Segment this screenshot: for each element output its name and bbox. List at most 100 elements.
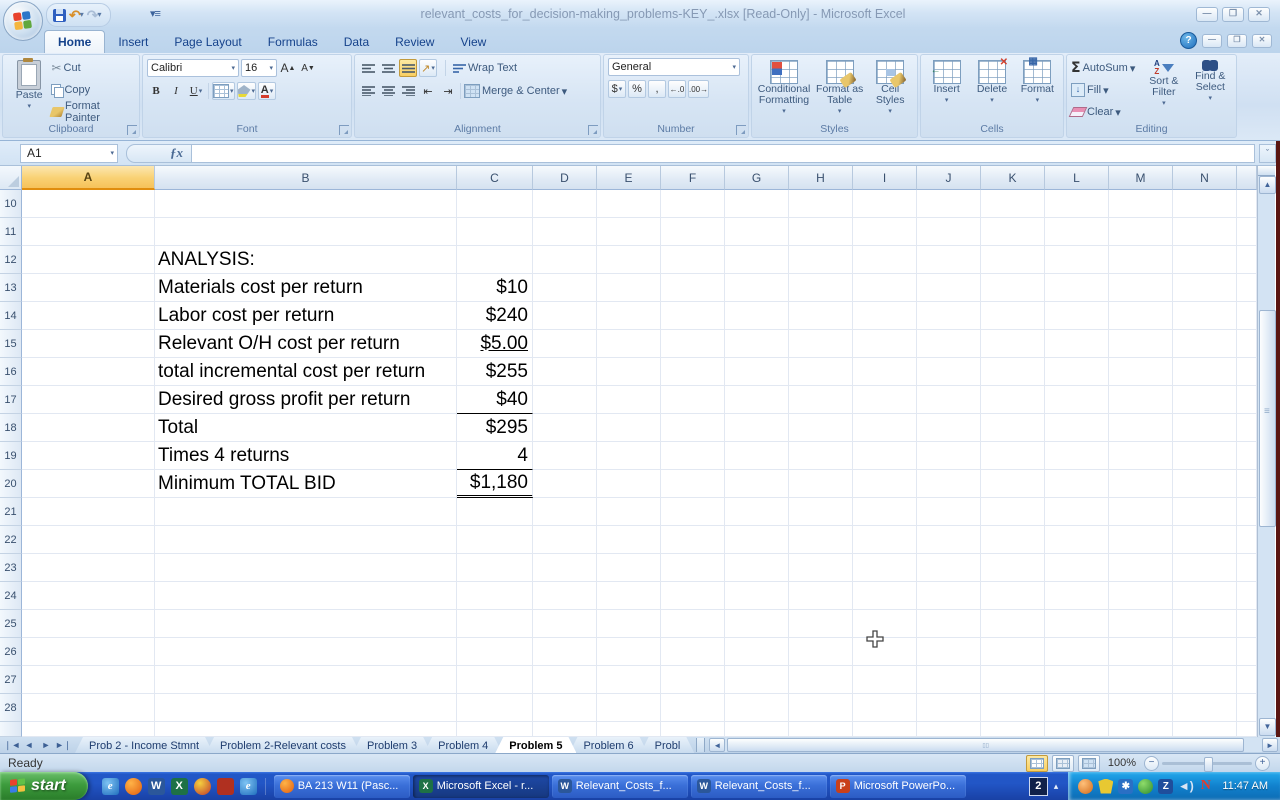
cell-B25[interactable] (155, 610, 457, 638)
cell-J24[interactable] (917, 582, 981, 610)
align-right-button[interactable] (399, 82, 417, 100)
tab-split-handle[interactable] (696, 738, 705, 752)
cell-styles-button[interactable]: Cell Styles▾ (867, 58, 913, 122)
cell-A27[interactable] (22, 666, 155, 694)
cell-D21[interactable] (533, 498, 597, 526)
cell-I26[interactable] (853, 638, 917, 666)
cell-G18[interactable] (725, 414, 789, 442)
cell-J25[interactable] (917, 610, 981, 638)
ie-icon[interactable]: e (240, 778, 257, 795)
cell-J13[interactable] (917, 274, 981, 302)
cell-H28[interactable] (789, 694, 853, 722)
cell-H26[interactable] (789, 638, 853, 666)
cell-F26[interactable] (661, 638, 725, 666)
row-header-22[interactable]: 22 (0, 526, 22, 554)
cell-M26[interactable] (1109, 638, 1173, 666)
cell-C22[interactable] (457, 526, 533, 554)
cell-C15[interactable]: $5.00 (457, 330, 533, 358)
cell[interactable] (1173, 722, 1237, 737)
cell-A18[interactable] (22, 414, 155, 442)
cell-H12[interactable] (789, 246, 853, 274)
ribbon-tab-data[interactable]: Data (331, 31, 382, 53)
column-header-i[interactable]: I (853, 166, 917, 190)
cell-H10[interactable] (789, 190, 853, 218)
cell-G11[interactable] (725, 218, 789, 246)
cell-N17[interactable] (1173, 386, 1237, 414)
taskbar-task-microsoft-excel-r[interactable]: XMicrosoft Excel - r... (413, 775, 549, 798)
column-header-d[interactable]: D (533, 166, 597, 190)
minimize-button[interactable]: — (1196, 7, 1218, 22)
ribbon-tab-review[interactable]: Review (382, 31, 447, 53)
cell-G26[interactable] (725, 638, 789, 666)
shrink-font-button[interactable]: A▼ (299, 59, 317, 77)
cell-H23[interactable] (789, 554, 853, 582)
cell-D25[interactable] (533, 610, 597, 638)
cell-C20[interactable]: $1,180 (457, 470, 533, 498)
cell-K16[interactable] (981, 358, 1045, 386)
bold-button[interactable]: B (147, 82, 165, 100)
cell-B13[interactable]: Materials cost per return (155, 274, 457, 302)
cell-K25[interactable] (981, 610, 1045, 638)
cell-F11[interactable] (661, 218, 725, 246)
cell-C12[interactable] (457, 246, 533, 274)
cell-H11[interactable] (789, 218, 853, 246)
column-header-h[interactable]: H (789, 166, 853, 190)
cell-J21[interactable] (917, 498, 981, 526)
copy-button[interactable]: Copy (51, 80, 135, 100)
cell-C13[interactable]: $10 (457, 274, 533, 302)
cell-I16[interactable] (853, 358, 917, 386)
font-dialog-launcher-icon[interactable] (339, 125, 349, 135)
cell-I13[interactable] (853, 274, 917, 302)
cell-D12[interactable] (533, 246, 597, 274)
cell-H21[interactable] (789, 498, 853, 526)
cell-A10[interactable] (22, 190, 155, 218)
cell-B14[interactable]: Labor cost per return (155, 302, 457, 330)
expand-formula-bar-button[interactable]: ˇ (1259, 144, 1276, 163)
cell-D14[interactable] (533, 302, 597, 330)
clipboard-dialog-launcher-icon[interactable] (127, 125, 137, 135)
cell-H24[interactable] (789, 582, 853, 610)
cell-I14[interactable] (853, 302, 917, 330)
scroll-down-icon[interactable]: ▼ (1259, 718, 1276, 736)
cell-F15[interactable] (661, 330, 725, 358)
cell-E12[interactable] (597, 246, 661, 274)
cell-I22[interactable] (853, 526, 917, 554)
cell-D10[interactable] (533, 190, 597, 218)
firefox-icon[interactable] (125, 778, 142, 795)
cell-F13[interactable] (661, 274, 725, 302)
cell-I18[interactable] (853, 414, 917, 442)
cell[interactable] (597, 722, 661, 737)
cell-M20[interactable] (1109, 470, 1173, 498)
cell-J11[interactable] (917, 218, 981, 246)
cell-M10[interactable] (1109, 190, 1173, 218)
language-indicator[interactable]: 2 (1029, 777, 1048, 796)
cell-I11[interactable] (853, 218, 917, 246)
cell-J15[interactable] (917, 330, 981, 358)
previous-sheet-button[interactable]: ◄ (21, 740, 37, 750)
cell-B12[interactable]: ANALYSIS: (155, 246, 457, 274)
insert-function-button[interactable]: ƒx (126, 144, 192, 163)
cell-F28[interactable] (661, 694, 725, 722)
cell-I25[interactable] (853, 610, 917, 638)
cell-H18[interactable] (789, 414, 853, 442)
cell-E26[interactable] (597, 638, 661, 666)
cell-N12[interactable] (1173, 246, 1237, 274)
cell-M11[interactable] (1109, 218, 1173, 246)
italic-button[interactable]: I (167, 82, 185, 100)
cell-I27[interactable] (853, 666, 917, 694)
cell-L16[interactable] (1045, 358, 1109, 386)
percent-format-button[interactable]: % (628, 80, 646, 98)
cell-K18[interactable] (981, 414, 1045, 442)
cell-K26[interactable] (981, 638, 1045, 666)
cell-N23[interactable] (1173, 554, 1237, 582)
cell-J14[interactable] (917, 302, 981, 330)
cell-D19[interactable] (533, 442, 597, 470)
zoom-level[interactable]: 100% (1108, 757, 1136, 769)
cell[interactable] (789, 722, 853, 737)
orientation-button[interactable]: ↗▾ (419, 59, 437, 77)
cell-F20[interactable] (661, 470, 725, 498)
format-cells-button[interactable]: ▦ Format▾ (1016, 58, 1059, 122)
workbook-minimize-button[interactable]: — (1202, 34, 1222, 48)
vertical-scrollbar[interactable]: ▲ ▼ (1257, 166, 1275, 737)
cell-C23[interactable] (457, 554, 533, 582)
